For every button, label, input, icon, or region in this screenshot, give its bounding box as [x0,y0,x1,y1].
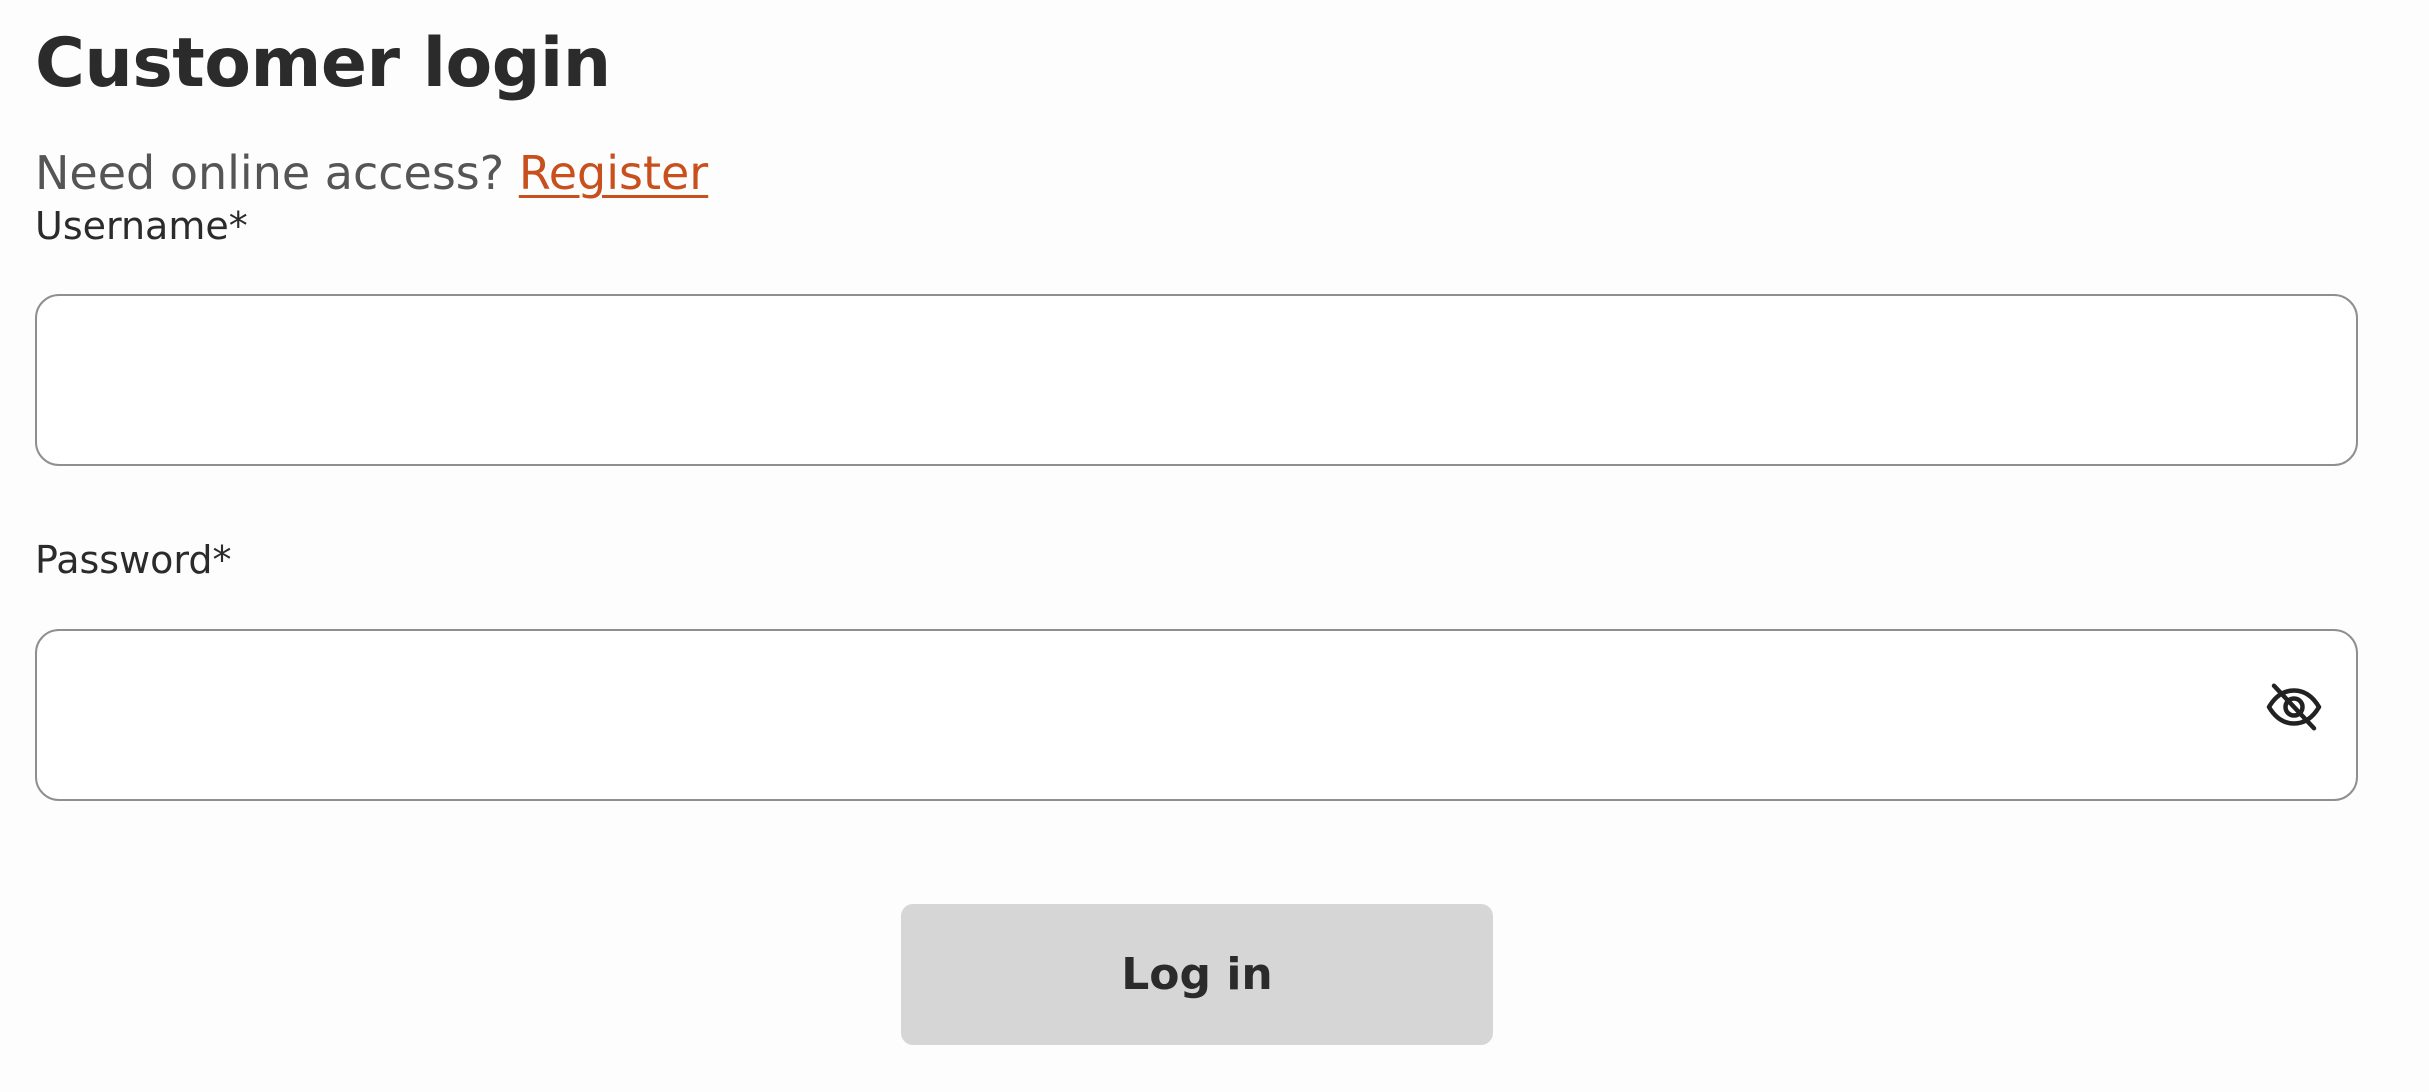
login-page: Customer login Need online access? Regis… [0,0,2429,1092]
username-input[interactable] [35,294,2358,466]
password-input[interactable] [35,629,2358,801]
access-prompt-text: Need online access? [35,146,505,200]
password-label: Password* [35,538,232,582]
page-title: Customer login [35,24,611,103]
register-link[interactable]: Register [519,146,708,200]
eye-slash-icon [2266,683,2322,731]
show-password-toggle[interactable] [2258,671,2330,743]
username-label: Username* [35,204,248,248]
login-button[interactable]: Log in [901,904,1493,1045]
access-prompt-line: Need online access? Register [35,143,708,203]
